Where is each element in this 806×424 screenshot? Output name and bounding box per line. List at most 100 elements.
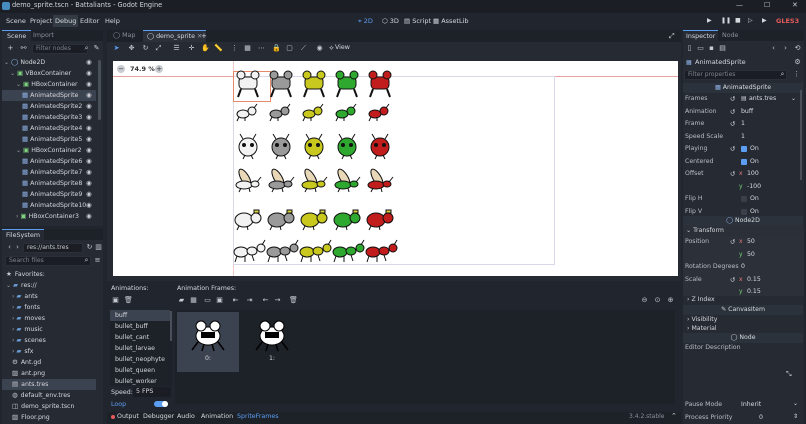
scene-tree-item[interactable]: ▦ AnimatedSprite5 ◉ [2, 134, 96, 145]
file-tree-item[interactable]: ⌄ ▰ res:// [2, 280, 96, 291]
load-resource-icon[interactable]: ▭ [696, 44, 705, 53]
resource-menu-icon[interactable]: ▤ [718, 44, 727, 53]
play-custom-icon[interactable]: ▶ [762, 17, 767, 24]
add-node-icon[interactable]: + [6, 44, 15, 53]
move-left-icon[interactable]: ← [261, 296, 270, 305]
revert-icon[interactable]: ↺ [730, 274, 735, 287]
inspector-property-row[interactable]: y 50 [683, 249, 803, 262]
inspector-property-row[interactable]: Playing ↺ On [683, 143, 803, 156]
scene-tree-item[interactable]: ▦ AnimatedSprite2 ◉ [2, 101, 96, 112]
chevron-down-icon[interactable]: ⌄ [791, 93, 796, 106]
scene-tree-item[interactable]: ▦ AnimatedSprite7 ◉ [2, 167, 96, 178]
bones-icon[interactable]: ⟋ [299, 44, 308, 53]
copy-frame-icon[interactable]: ▭ [203, 296, 212, 305]
file-tree-item[interactable]: ★ Favorites: [2, 269, 96, 280]
inspector-property-row[interactable]: Frames ↺ ▤ ⌄ ants.tres [683, 93, 803, 106]
property-value[interactable]: 100 [747, 168, 759, 181]
zoom-out-frames-icon[interactable]: ⊖ [640, 296, 649, 305]
sort-icon[interactable]: ≡ [93, 256, 102, 265]
animation-list-item[interactable]: bullet_cant [110, 332, 170, 343]
chevron-down-icon[interactable]: ⌄ [6, 282, 11, 289]
list-select-icon[interactable]: ☰ [172, 44, 181, 53]
scene-tree-item[interactable]: ▦ AnimatedSprite8 ◉ [2, 178, 96, 189]
zindex-group[interactable]: › Z Index [683, 295, 804, 305]
link-icon[interactable]: ⚯ [19, 44, 28, 53]
scene-tree-item[interactable]: › ▣ HBoxContainer3 ◉ [2, 211, 96, 222]
bottom-tab-spriteframes[interactable]: SpriteFrames [237, 413, 279, 420]
checkbox-icon[interactable] [741, 158, 747, 165]
chevron-right-icon[interactable]: › [12, 315, 14, 322]
chevron-down-icon[interactable]: ⌄ [16, 147, 21, 154]
new-animation-icon[interactable]: ▣ [111, 296, 120, 305]
script-icon[interactable]: ✎ [92, 44, 101, 53]
property-value[interactable]: 1 [741, 118, 745, 131]
pause-mode-dropdown-icon[interactable]: ⌄ [793, 400, 798, 407]
pause-mode-value[interactable]: Inherit [741, 401, 761, 408]
tab-import[interactable]: Import [33, 30, 54, 41]
play-scene-icon[interactable]: ▷ [748, 17, 753, 24]
chevron-down-icon[interactable]: ⌄ [4, 59, 9, 66]
scene-tree-item[interactable]: ▦ AnimatedSprite6 ◉ [2, 156, 96, 167]
inspector-property-row[interactable]: Rotation Degrees 0 [683, 261, 803, 274]
file-tree-item[interactable]: ▤ ants.tres [2, 379, 96, 390]
new-resource-icon[interactable]: ▯ [685, 44, 694, 53]
file-tree-item[interactable]: › ▰ sfx [2, 346, 96, 357]
workspace-3d[interactable]: ⬡ 3D [382, 17, 399, 25]
scale-tool-icon[interactable]: ⤢ [154, 44, 163, 53]
revert-icon[interactable]: ↺ [730, 93, 735, 106]
bottom-tab-output[interactable]: Output [117, 413, 139, 420]
property-value[interactable]: On [750, 156, 759, 169]
file-tree-item[interactable]: › ▰ fonts [2, 302, 96, 313]
inspector-property-row[interactable]: Flip H On [683, 193, 803, 206]
lock-icon[interactable]: 🔒 [272, 44, 281, 53]
inspector-property-row[interactable]: Centered On [683, 156, 803, 169]
inspector-property-row[interactable]: Offset ↺ x 100 [683, 168, 803, 181]
revert-icon[interactable]: ↺ [730, 236, 735, 249]
tab-scene[interactable]: Scene [2, 30, 32, 41]
scene-tree-item[interactable]: ▦ AnimatedSprite4 ◉ [2, 123, 96, 134]
visibility-eye-icon[interactable]: ◉ [86, 112, 92, 123]
delete-animation-icon[interactable]: 🗑 [124, 296, 133, 305]
visibility-eye-icon[interactable]: ◉ [86, 134, 92, 145]
scene-tree-item[interactable]: ⌄ ◯ Node2D ◉ [2, 57, 96, 68]
new-tab-icon[interactable]: + [201, 30, 207, 42]
editor-description-field[interactable] [685, 353, 801, 395]
tab-map[interactable]: ◯ Map [113, 30, 135, 42]
visibility-eye-icon[interactable]: ◉ [86, 68, 92, 79]
pan-tool-icon[interactable]: ✋ [201, 44, 210, 53]
animation-list-item[interactable]: buff [110, 310, 170, 321]
viewport[interactable]: − 74.9 % + [113, 61, 678, 276]
scene-tree-item[interactable]: ▦ AnimatedSprite9 ◉ [2, 189, 96, 200]
search-files-input[interactable]: Search files [5, 256, 91, 266]
checkbox-icon[interactable] [741, 208, 747, 215]
filter-properties-input[interactable]: Filter properties [684, 70, 787, 80]
visibility-eye-icon[interactable]: ◉ [86, 79, 92, 90]
checkbox-icon[interactable] [741, 146, 747, 152]
property-value[interactable]: On [750, 193, 759, 206]
move-tool-icon[interactable]: ✥ [127, 44, 136, 53]
loop-toggle[interactable] [154, 401, 168, 407]
distraction-free-icon[interactable]: ⤢ [669, 30, 675, 42]
tab-filesystem[interactable]: FileSystem [2, 229, 45, 240]
zoom-in-frames-icon[interactable]: ⊕ [666, 296, 675, 305]
visibility-eye-icon[interactable]: ◉ [86, 211, 92, 222]
property-value[interactable]: ants.tres [749, 93, 776, 106]
zoom-reset-frames-icon[interactable]: ⊙ [653, 296, 662, 305]
pause-icon[interactable]: ❚❚ [721, 17, 731, 24]
frame-thumbnail[interactable]: 1: [241, 312, 303, 372]
chevron-right-icon[interactable]: › [12, 304, 14, 311]
pivot-icon[interactable]: ✛ [187, 44, 196, 53]
zoom-in-icon[interactable]: + [155, 65, 163, 73]
refresh-icon[interactable]: ↻ [85, 243, 94, 252]
load-frame-icon[interactable]: ▰ [177, 296, 186, 305]
file-tree-item[interactable]: ▨ Floor.png [2, 412, 96, 423]
maximize-icon[interactable]: ☐ [764, 1, 770, 9]
animation-list-item[interactable]: bullet_queen [110, 365, 170, 376]
forward-icon[interactable]: › [13, 243, 22, 252]
view-menu[interactable]: View [335, 44, 350, 51]
tab-node[interactable]: Node [722, 30, 738, 41]
animation-list-item[interactable]: bullet_larvae [110, 343, 170, 354]
animation-list-scrollbar[interactable] [170, 311, 172, 341]
file-tree-item[interactable]: › ▰ music [2, 324, 96, 335]
menu-debug[interactable]: Debug [53, 15, 79, 27]
